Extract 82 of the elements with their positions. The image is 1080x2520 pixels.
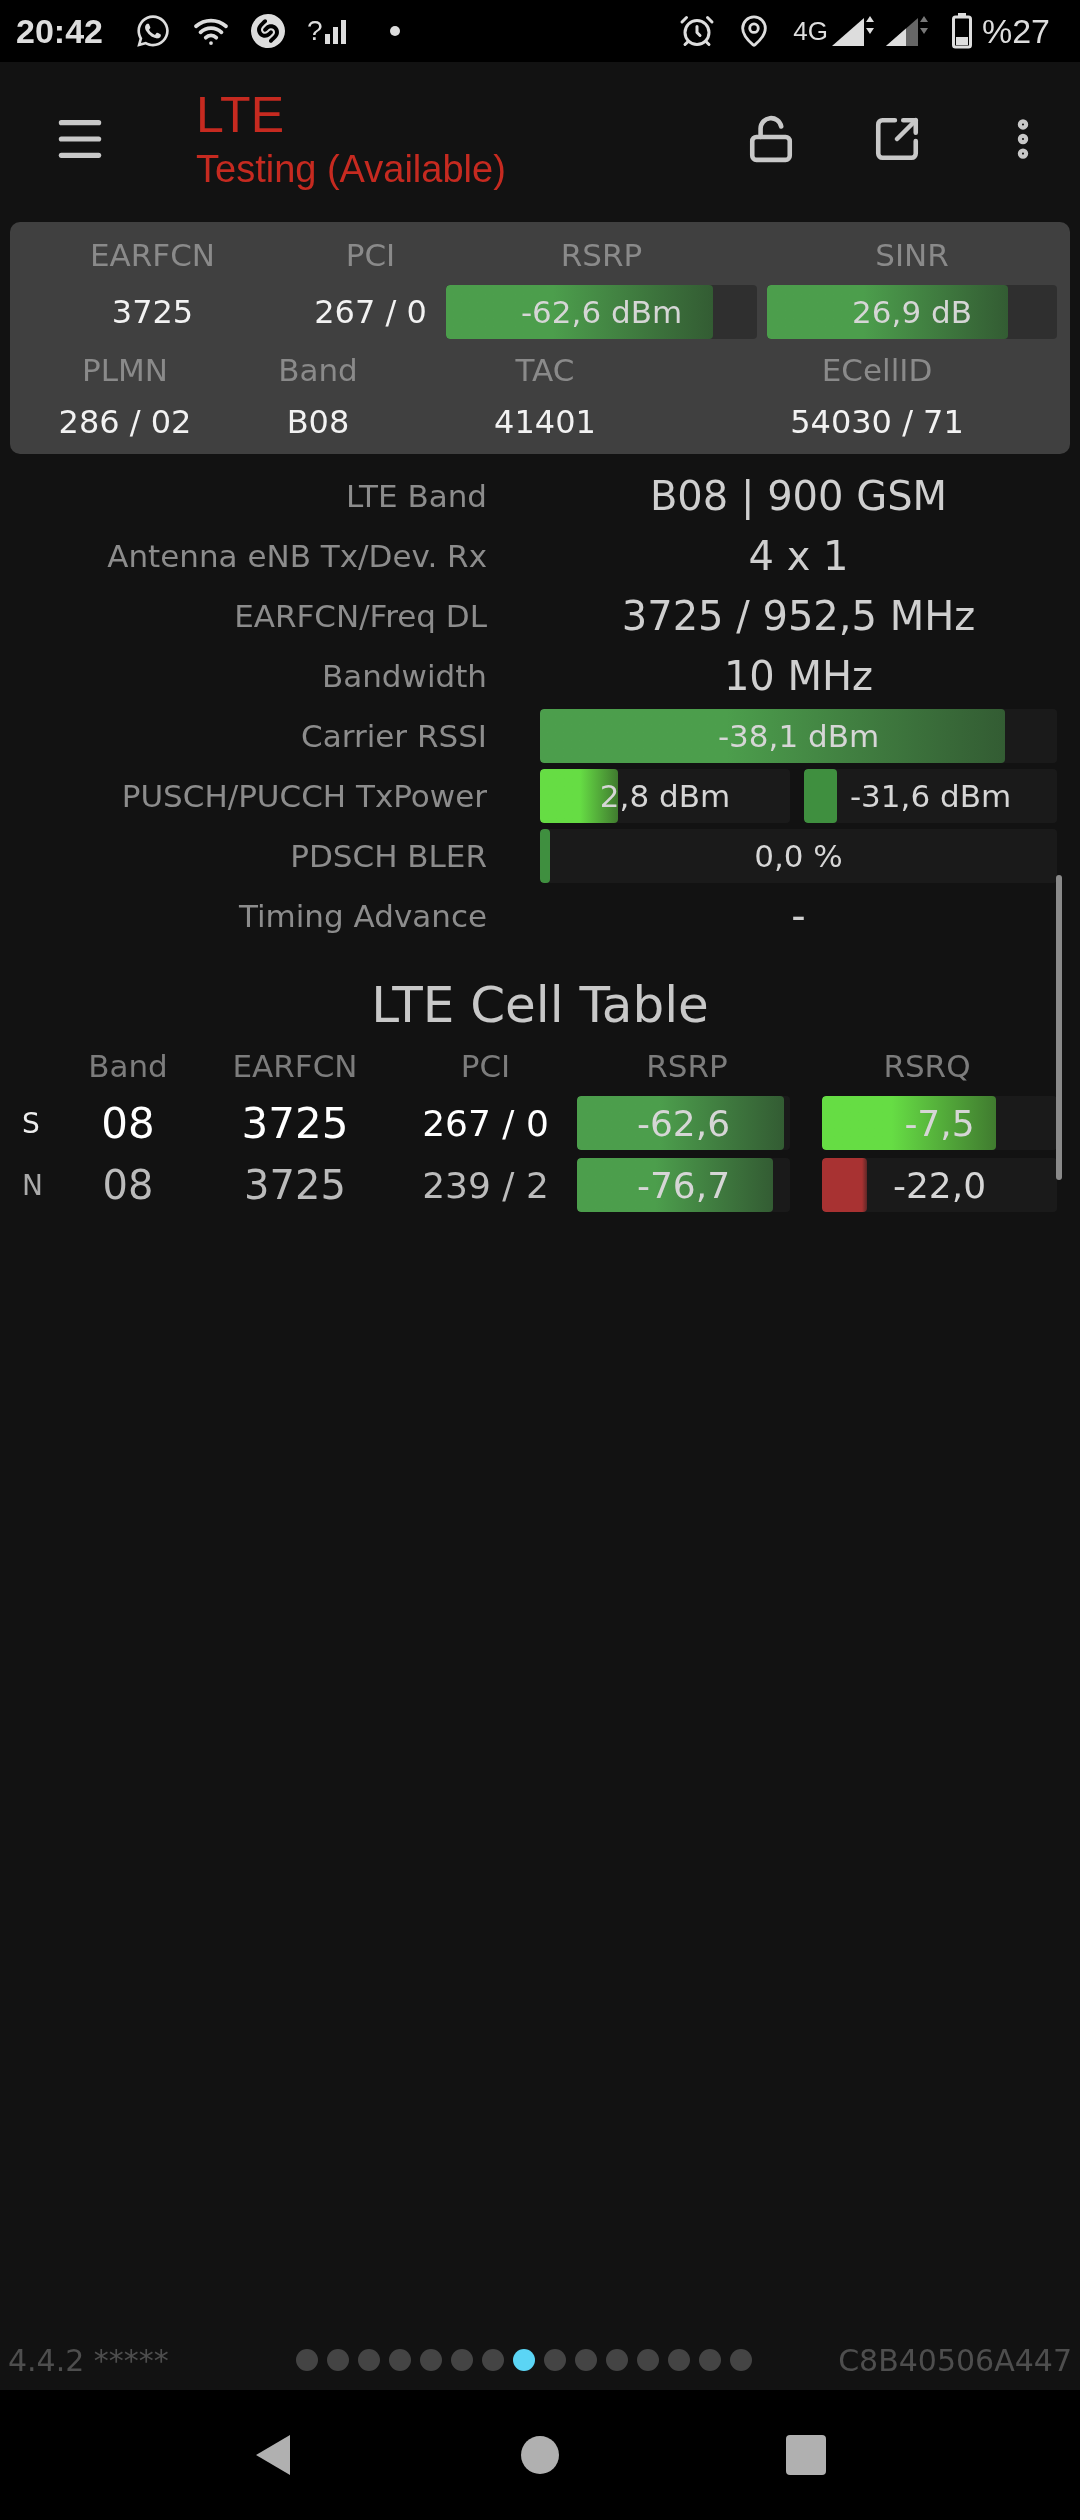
summary-label: EARFCN [89, 237, 216, 273]
meter-reading: 0,0 % [753, 837, 844, 876]
recents-icon[interactable] [786, 2435, 827, 2475]
detail-value: 3725 / 952,5 MHz [620, 593, 977, 639]
battery-percent: %27 [981, 11, 1050, 51]
circle-logo-icon [250, 14, 285, 48]
detail-value: 4 x 1 [747, 533, 850, 579]
column-header: Band [87, 1048, 169, 1084]
summary-value: 54030 / 71 [789, 403, 965, 441]
cell-type: N [21, 1168, 44, 1202]
summary-value: 267 / 0 [313, 293, 428, 331]
meter-reading: 26,9 dB [851, 293, 973, 332]
meter-reading: -7,5 [903, 1101, 976, 1146]
page-dot[interactable] [326, 2349, 349, 2371]
home-icon[interactable] [521, 2436, 559, 2474]
alarm-clock-icon [679, 13, 716, 49]
table-cell-text: 267 / 0 [421, 1102, 550, 1144]
chat-bubble-icon [134, 13, 171, 49]
table-cell-text: 08 [101, 1162, 155, 1208]
page-dot[interactable] [512, 2349, 535, 2371]
network-type: 4G [793, 15, 828, 47]
summary-label: Band [277, 352, 359, 388]
column-header: PCI [459, 1048, 512, 1084]
page-dot[interactable] [667, 2349, 690, 2371]
summary-label: PLMN [81, 352, 169, 388]
summary-value: 286 / 02 [57, 403, 193, 441]
column-header: EARFCN [231, 1048, 359, 1084]
summary-value: 3725 [110, 293, 195, 331]
table-cell-text: 3725 [240, 1098, 350, 1148]
app-subtitle: Testing (Available) [196, 148, 507, 191]
summary-label: ECellID [820, 352, 934, 388]
question-mark: ? [306, 15, 323, 47]
summary-label: PCI [344, 237, 397, 273]
column-header: RSRP [645, 1048, 729, 1084]
summary-value: 41401 [493, 403, 597, 441]
summary-value: B08 [285, 403, 351, 441]
page-dot[interactable] [605, 2349, 628, 2371]
summary-label: RSRP [559, 237, 644, 273]
page-dot[interactable] [295, 2349, 318, 2371]
detail-label: Bandwidth [320, 658, 487, 694]
meter-reading: -38,1 dBm [716, 717, 881, 756]
meter-reading: -76,7 [635, 1163, 732, 1208]
app-title: LTE [196, 86, 285, 144]
table-title: LTE Cell Table [370, 976, 710, 1034]
detail-label: EARFCN/Freq DL [233, 598, 487, 634]
signal-bars-icon [324, 18, 347, 44]
page-dot[interactable] [698, 2349, 721, 2371]
page-dot[interactable] [574, 2349, 597, 2371]
detail-label: Antenna eNB Tx/Dev. Rx [106, 538, 487, 574]
page-dot[interactable] [419, 2349, 442, 2371]
dot-icon [388, 25, 401, 37]
detail-value: 10 MHz [722, 653, 875, 699]
table-cell-text: 239 / 2 [421, 1164, 550, 1206]
meter-reading: -62,6 dBm [519, 293, 684, 332]
detail-label: LTE Band [345, 478, 487, 514]
detail-label: PDSCH BLER [289, 838, 487, 874]
detail-label: Carrier RSSI [300, 718, 487, 754]
page-dot[interactable] [481, 2349, 504, 2371]
page-dot[interactable] [636, 2349, 659, 2371]
column-header: RSRQ [882, 1048, 972, 1084]
battery-icon [951, 13, 972, 49]
summary-label: SINR [874, 237, 950, 273]
page-dot[interactable] [450, 2349, 473, 2371]
table-cell-text: 08 [100, 1098, 156, 1148]
detail-value: - [790, 893, 807, 939]
detail-label: PUSCH/PUCCH TxPower [120, 778, 487, 814]
version-text: 4.4.2 ***** [8, 2342, 169, 2378]
device-id: C8B40506A447 [838, 2342, 1072, 2378]
detail-label: Timing Advance [237, 898, 487, 934]
meter-reading: -62,6 [635, 1101, 732, 1146]
table-cell-text: 3725 [243, 1162, 347, 1208]
cell-type: S [21, 1106, 41, 1140]
summary-label: TAC [514, 352, 576, 388]
clock-time: 20:42 [16, 11, 103, 51]
page-dot[interactable] [729, 2349, 752, 2371]
page-dot[interactable] [543, 2349, 566, 2371]
page-dot[interactable] [388, 2349, 411, 2371]
detail-value: B08 | 900 GSM [648, 473, 949, 519]
page-dot[interactable] [357, 2349, 380, 2371]
scrollbar[interactable] [1056, 875, 1062, 1180]
meter-reading: -31,6 dBm [848, 777, 1013, 816]
meter-reading: -22,0 [891, 1163, 988, 1208]
